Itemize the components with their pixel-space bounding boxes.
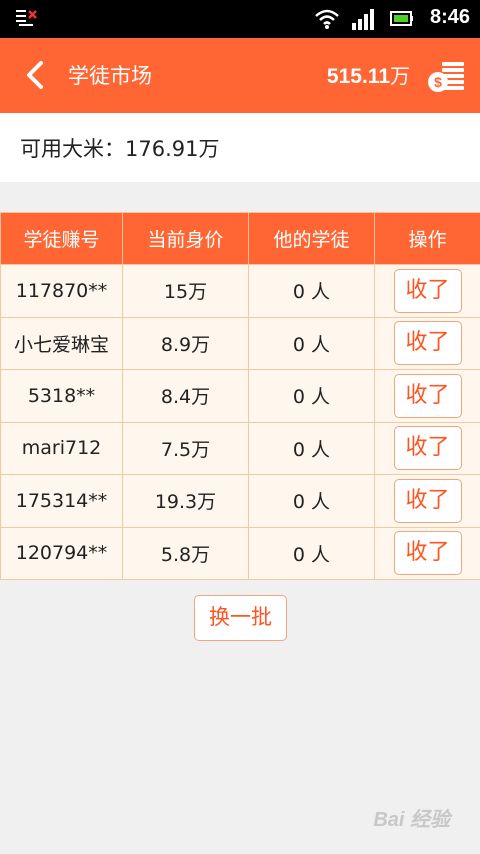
svg-text:$: $: [434, 74, 442, 90]
table-row: 120794** 5.8万 0 人 收了: [0, 526, 480, 580]
page-title: 学徒市场: [68, 64, 152, 88]
collect-button[interactable]: 收了: [393, 426, 462, 471]
watermark: Bai 经验: [373, 809, 450, 831]
action-cell: 收了: [374, 421, 480, 475]
table-row: 5318** 8.4万 0 人 收了: [0, 369, 480, 423]
status-bar: 8:46: [0, 0, 480, 38]
disciples-cell: 0 人: [248, 474, 375, 528]
account-cell: 120794**: [0, 526, 123, 580]
coins-icon[interactable]: $: [426, 56, 466, 96]
disciples-cell: 0 人: [248, 264, 375, 318]
price-cell: 8.4万: [122, 369, 249, 423]
collect-button[interactable]: 收了: [393, 373, 462, 418]
clock: 8:46: [429, 6, 470, 28]
chevron-left-icon[interactable]: [22, 60, 48, 90]
column-header-price: 当前身价: [122, 212, 249, 265]
collect-button[interactable]: 收了: [393, 268, 462, 313]
collect-button[interactable]: 收了: [393, 321, 462, 366]
action-cell: 收了: [374, 316, 480, 370]
refresh-batch-button[interactable]: 换一批: [194, 595, 287, 641]
price-cell: 7.5万: [122, 421, 249, 475]
notification-icon: [16, 10, 37, 26]
account-cell: 175314**: [0, 474, 123, 528]
price-cell: 5.8万: [122, 526, 249, 580]
disciple-table: 学徒赚号 当前身价 他的学徒 操作 117870** 15万 0 人 收了 小七…: [0, 212, 480, 580]
account-cell: 5318**: [0, 369, 123, 423]
table-row: 117870** 15万 0 人 收了: [0, 264, 480, 318]
balance-display: 515.11万: [327, 60, 410, 89]
wifi-icon: [315, 9, 339, 29]
table-row: 175314** 19.3万 0 人 收了: [0, 474, 480, 528]
column-header-account: 学徒赚号: [0, 212, 123, 265]
app-header: 学徒市场 515.11万 $: [0, 38, 480, 113]
price-cell: 8.9万: [122, 316, 249, 370]
column-header-action: 操作: [374, 212, 480, 265]
price-cell: 15万: [122, 264, 249, 318]
available-balance: 可用大米：176.91万: [0, 113, 480, 182]
action-cell: 收了: [374, 369, 480, 423]
disciples-cell: 0 人: [248, 421, 375, 475]
collect-button[interactable]: 收了: [393, 478, 462, 523]
price-cell: 19.3万: [122, 474, 249, 528]
balance-unit: 万: [390, 64, 410, 88]
table-row: 小七爱琳宝 8.9万 0 人 收了: [0, 316, 480, 370]
disciples-cell: 0 人: [248, 369, 375, 423]
action-cell: 收了: [374, 264, 480, 318]
signal-icon: [352, 9, 374, 30]
disciples-cell: 0 人: [248, 316, 375, 370]
table-row: mari712 7.5万 0 人 收了: [0, 421, 480, 475]
column-header-disciples: 他的学徒: [248, 212, 375, 265]
account-cell: mari712: [0, 421, 123, 475]
battery-icon: [390, 11, 413, 26]
account-cell: 小七爱琳宝: [0, 316, 123, 370]
collect-button[interactable]: 收了: [393, 531, 462, 576]
account-cell: 117870**: [0, 264, 123, 318]
table-header-row: 学徒赚号 当前身价 他的学徒 操作: [0, 212, 480, 265]
action-cell: 收了: [374, 526, 480, 580]
disciples-cell: 0 人: [248, 526, 375, 580]
action-cell: 收了: [374, 474, 480, 528]
balance-value: 515.11: [326, 65, 390, 88]
